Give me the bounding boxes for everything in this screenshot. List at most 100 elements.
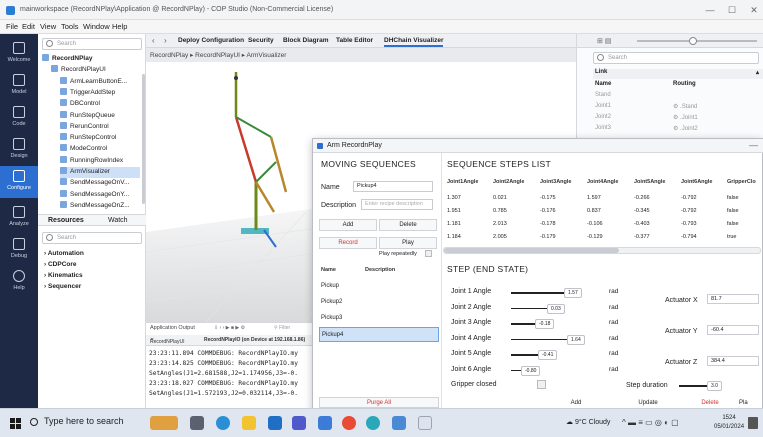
properties-section-link[interactable]: Link ▴ [593, 69, 763, 79]
tree-item[interactable]: SendMessageOnV... [60, 178, 140, 189]
step-duration-slider[interactable]: 3.0 [679, 381, 739, 391]
output-filter-input[interactable]: ⚲ Filter [274, 325, 290, 331]
steps-cell[interactable]: 2.013 [493, 221, 507, 227]
grid-icon[interactable]: ⊞ ▤ [597, 37, 611, 45]
add-sequence-button[interactable]: Add [319, 219, 377, 231]
actuator-y-input[interactable]: -60.4 [707, 325, 759, 335]
joint-angle-slider[interactable]: -0.18 [511, 319, 593, 329]
steps-cell[interactable]: 1.951 [447, 208, 461, 214]
menu-help[interactable]: Help [112, 22, 127, 31]
steps-column-header[interactable]: Joint6Angle [681, 179, 712, 185]
tree-item[interactable]: RerunControl [60, 121, 140, 133]
tree-item[interactable]: RecordNPlay [42, 54, 140, 65]
file-explorer-icon[interactable] [242, 416, 256, 430]
steps-cell[interactable]: -0.794 [681, 234, 697, 240]
steps-cell[interactable]: 1.307 [447, 195, 461, 201]
sequence-list-item[interactable]: Pickup2 [319, 295, 439, 310]
steps-cell[interactable]: 1.184 [447, 234, 461, 240]
table-row[interactable]: Joint2 ⚙ .Joint1 [593, 114, 763, 124]
sequence-list-item[interactable]: Pickup4 [319, 327, 439, 342]
steps-horizontal-scrollbar[interactable] [443, 247, 761, 254]
output-tab-recordnplayio[interactable]: RecordNPlayIO (on Device at 192.168.1.86… [204, 337, 305, 343]
menu-file[interactable]: File [6, 22, 18, 31]
steps-cell[interactable]: -0.403 [634, 221, 650, 227]
activity-help[interactable]: Help [0, 266, 38, 298]
table-row[interactable]: Stand [593, 92, 763, 102]
output-toolbar-icons[interactable]: ⇩ ‹ › ▶ ■ ▶ ⚙ [214, 325, 245, 331]
tab-table-editor[interactable]: Table Editor [336, 37, 373, 44]
explorer-search-input[interactable]: Search [42, 38, 142, 50]
tree-item[interactable]: SendMessageOnZ... [60, 200, 140, 212]
steps-cell[interactable]: -0.266 [634, 195, 650, 201]
steps-cell[interactable]: -0.377 [634, 234, 650, 240]
activity-design[interactable]: Design [0, 134, 38, 166]
table-row[interactable]: Joint3 ⚙ .Joint2 [593, 125, 763, 135]
task-view-icon[interactable] [190, 416, 204, 430]
notification-icon[interactable] [748, 417, 758, 429]
gripper-closed-checkbox[interactable] [537, 380, 546, 389]
activity-analyze[interactable]: Analyze [0, 202, 38, 234]
tab-resources[interactable]: Resources [48, 217, 84, 224]
tree-item[interactable]: SendMessageOnY... [60, 189, 140, 201]
steps-cell[interactable]: -0.792 [681, 195, 697, 201]
steps-cell[interactable]: -0.345 [634, 208, 650, 214]
table-row[interactable]: Joint1 ⚙ .Stand [593, 103, 763, 113]
tab-block-diagram[interactable]: Block Diagram [283, 37, 329, 44]
steps-cell[interactable]: 1.181 [447, 221, 461, 227]
zoom-slider-thumb[interactable] [689, 37, 697, 45]
joint-angle-slider[interactable]: 0.03 [511, 303, 593, 314]
steps-cell[interactable]: -0.792 [681, 208, 697, 214]
weather-widget[interactable]: ☁ 9°C Cloudy [566, 418, 610, 426]
purge-all-button[interactable]: Purge All [319, 397, 439, 408]
library-cdpcore[interactable]: › CDPCore [44, 261, 77, 268]
joint-angle-slider[interactable]: -0.41 [511, 350, 593, 360]
tree-item[interactable]: RunStepQueue [60, 110, 140, 122]
tree-item[interactable]: TriggerAddStep [60, 87, 140, 99]
menu-view[interactable]: View [40, 22, 56, 31]
tab-security[interactable]: Security [248, 37, 274, 44]
steps-cell[interactable]: 0.021 [493, 195, 507, 201]
explorer-scrollbar[interactable] [142, 74, 145, 204]
steps-column-header[interactable]: Joint4Angle [587, 179, 618, 185]
sequence-list-item[interactable]: Pickup [319, 279, 439, 294]
library-sequencer[interactable]: › Sequencer [44, 283, 81, 290]
tree-item[interactable]: ArmVisualizer [60, 167, 140, 178]
tree-item[interactable]: ArmLearnButtonE... [60, 76, 140, 88]
nav-back-icon[interactable]: ‹ [152, 36, 155, 45]
widget-icon[interactable] [150, 416, 178, 430]
steps-cell[interactable]: -0.106 [587, 221, 603, 227]
taskbar-search-input[interactable]: Type here to search [44, 416, 124, 426]
sequence-description-input[interactable]: Enter recipe description [361, 199, 433, 210]
dialog-minimize-button[interactable]: — [749, 140, 758, 150]
tree-item[interactable]: RecordNPlayUI [51, 65, 140, 76]
steps-cell[interactable]: false [727, 195, 739, 201]
minimize-button[interactable]: — [702, 4, 718, 16]
windows-start-icon[interactable] [10, 418, 21, 429]
actuator-z-input[interactable]: 384.4 [707, 356, 759, 366]
tree-item[interactable]: RunningRowIndex [60, 155, 140, 167]
mail-icon[interactable] [268, 416, 282, 430]
chrome-icon[interactable] [342, 416, 356, 430]
activity-debug[interactable]: Debug [0, 234, 38, 266]
menu-edit[interactable]: Edit [22, 22, 35, 31]
steps-cell[interactable]: -0.175 [540, 195, 556, 201]
steps-cell[interactable]: 0.785 [493, 208, 507, 214]
steps-cell[interactable]: -0.179 [540, 234, 556, 240]
steps-cell[interactable]: 2.005 [493, 234, 507, 240]
steps-cell[interactable]: 1.597 [587, 195, 601, 201]
tree-item[interactable]: DBControl [60, 99, 140, 110]
steps-cell[interactable]: -0.793 [681, 221, 697, 227]
edge-icon[interactable] [216, 416, 230, 430]
activity-model[interactable]: Model [0, 70, 38, 102]
joint-angle-slider[interactable]: 1.57 [511, 288, 593, 298]
sequence-name-input[interactable]: Pickup4 [353, 181, 433, 192]
app-icon[interactable] [366, 416, 380, 430]
steps-cell[interactable]: -0.129 [587, 234, 603, 240]
sequence-list-item[interactable]: Pickup3 [319, 311, 439, 326]
menu-window[interactable]: Window [83, 22, 110, 31]
menu-tools[interactable]: Tools [61, 22, 79, 31]
steps-column-header[interactable]: Joint2Angle [493, 179, 524, 185]
maximize-button[interactable]: ☐ [724, 4, 740, 16]
joint-angle-slider[interactable]: -0.80 [511, 365, 593, 376]
zoom-slider[interactable] [637, 40, 757, 42]
